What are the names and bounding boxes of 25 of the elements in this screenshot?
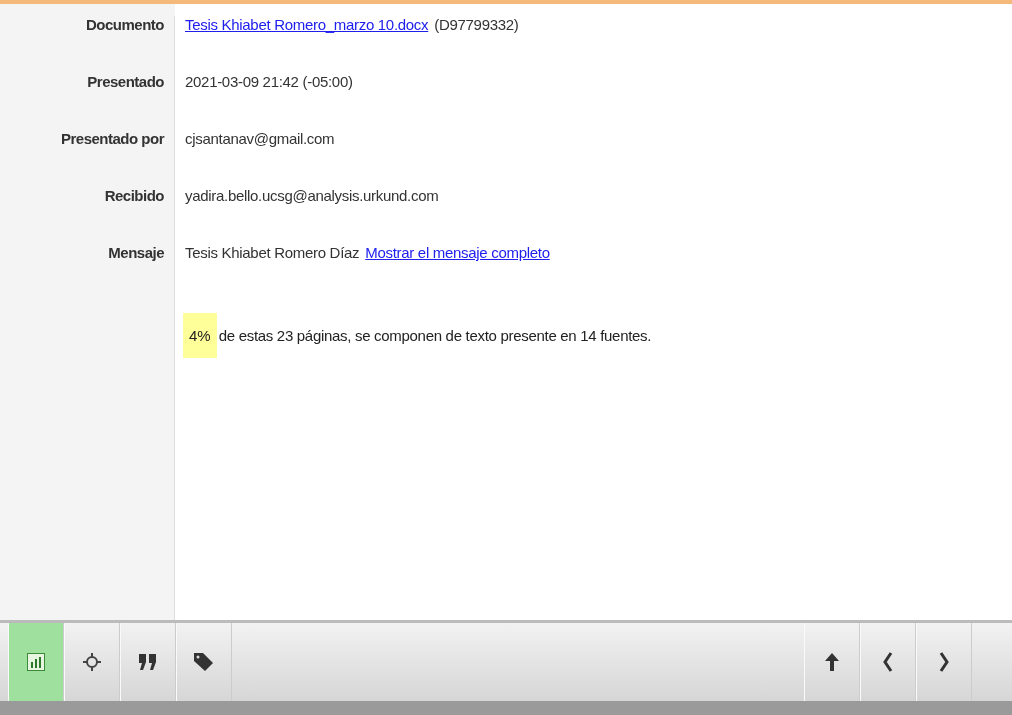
field-label: Presentado: [0, 73, 175, 130]
summary-text: de estas 23 páginas, se componen de texto presente en 14 fuentes.: [218, 327, 652, 344]
document-id: (D97799332): [434, 16, 519, 35]
top-button[interactable]: [804, 623, 860, 701]
chevron-left-icon: [883, 652, 893, 672]
quote-icon: [138, 653, 158, 671]
field-label: Mensaje: [0, 244, 175, 301]
document-link[interactable]: Tesis Khiabet Romero_marzo 10.docx: [185, 16, 429, 73]
crosshair-icon: [83, 652, 101, 672]
field-value: 2021-03-09 21:42 (-05:00): [185, 73, 353, 92]
field-value: yadira.bello.ucsg@analysis.urkund.com: [185, 187, 439, 206]
tag-button[interactable]: [176, 623, 232, 701]
bar-chart-icon: [27, 653, 45, 671]
field-label: Recibido: [0, 187, 175, 244]
field-value: cjsantanav@gmail.com: [185, 130, 335, 149]
match-percentage: 4%: [183, 313, 217, 358]
show-message-link[interactable]: Mostrar el mensaje completo: [365, 244, 550, 301]
chevron-right-icon: [939, 652, 949, 672]
chart-button[interactable]: [8, 623, 64, 701]
quote-button[interactable]: [120, 623, 176, 701]
field-label: Documento: [0, 16, 175, 73]
field-label: Presentado por: [0, 130, 175, 187]
tag-icon: [193, 652, 215, 672]
message-text: Tesis Khiabet Romero Díaz: [185, 244, 360, 263]
up-arrow-icon: [824, 652, 840, 672]
